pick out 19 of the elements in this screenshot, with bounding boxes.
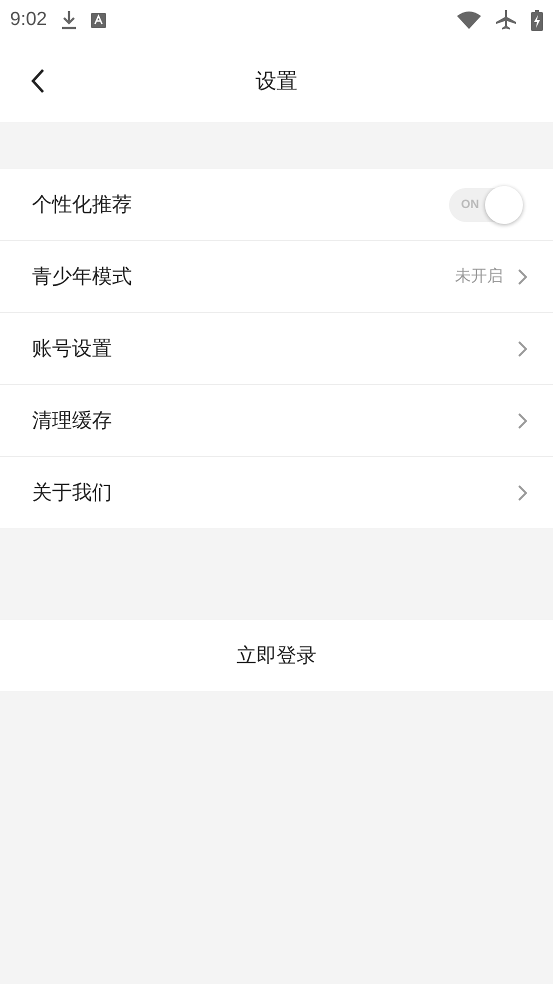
wifi-icon: [457, 11, 481, 29]
setting-label[interactable]: 关于我们: [32, 479, 517, 506]
setting-value: 未开启: [455, 266, 503, 287]
status-time: 9:02: [10, 9, 47, 31]
keyboard-icon: [90, 12, 106, 28]
back-icon[interactable]: [30, 68, 46, 94]
page-title: 设置: [256, 68, 298, 95]
battery-icon: [531, 9, 543, 31]
chevron-icon: [517, 484, 527, 502]
setting-label[interactable]: 账号设置: [32, 335, 517, 362]
login-button[interactable]: 立即登录: [0, 620, 553, 691]
setting-label[interactable]: 青少年模式: [32, 263, 455, 290]
chevron-icon: [517, 268, 527, 286]
chevron-icon: [517, 412, 527, 430]
download-icon: [60, 10, 77, 30]
chevron-icon: [517, 340, 527, 358]
setting-label: 个性化推荐: [32, 191, 133, 218]
airplane-icon: [495, 9, 517, 31]
setting-label[interactable]: 清理缓存: [32, 407, 517, 434]
